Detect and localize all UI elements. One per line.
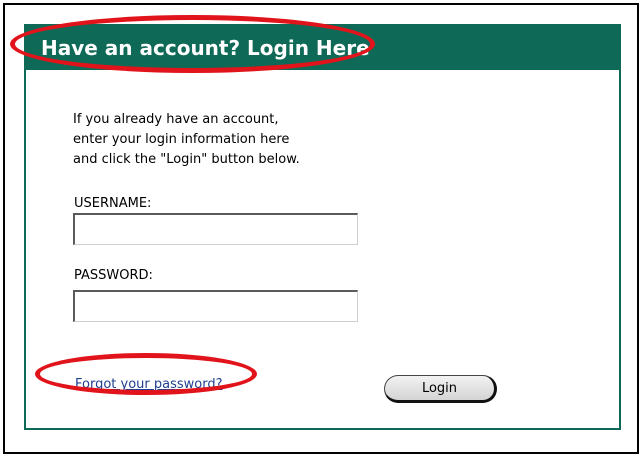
intro-line: If you already have an account, xyxy=(73,112,279,127)
panel-title: Have an account? Login Here xyxy=(41,36,370,60)
intro-line: enter your login information here xyxy=(73,132,290,147)
intro-text: If you already have an account, enter yo… xyxy=(73,110,373,170)
username-field[interactable] xyxy=(73,213,358,245)
password-field[interactable] xyxy=(73,290,358,322)
login-panel: Have an account? Login Here If you alrea… xyxy=(24,24,621,430)
forgot-password-link[interactable]: Forgot your password? xyxy=(75,377,223,392)
password-label: PASSWORD: xyxy=(74,268,153,283)
username-label: USERNAME: xyxy=(74,196,152,211)
intro-line: and click the "Login" button below. xyxy=(73,152,300,167)
outer-frame: Have an account? Login Here If you alrea… xyxy=(3,3,639,454)
login-button[interactable]: Login xyxy=(384,375,497,403)
panel-header: Have an account? Login Here xyxy=(26,26,619,70)
